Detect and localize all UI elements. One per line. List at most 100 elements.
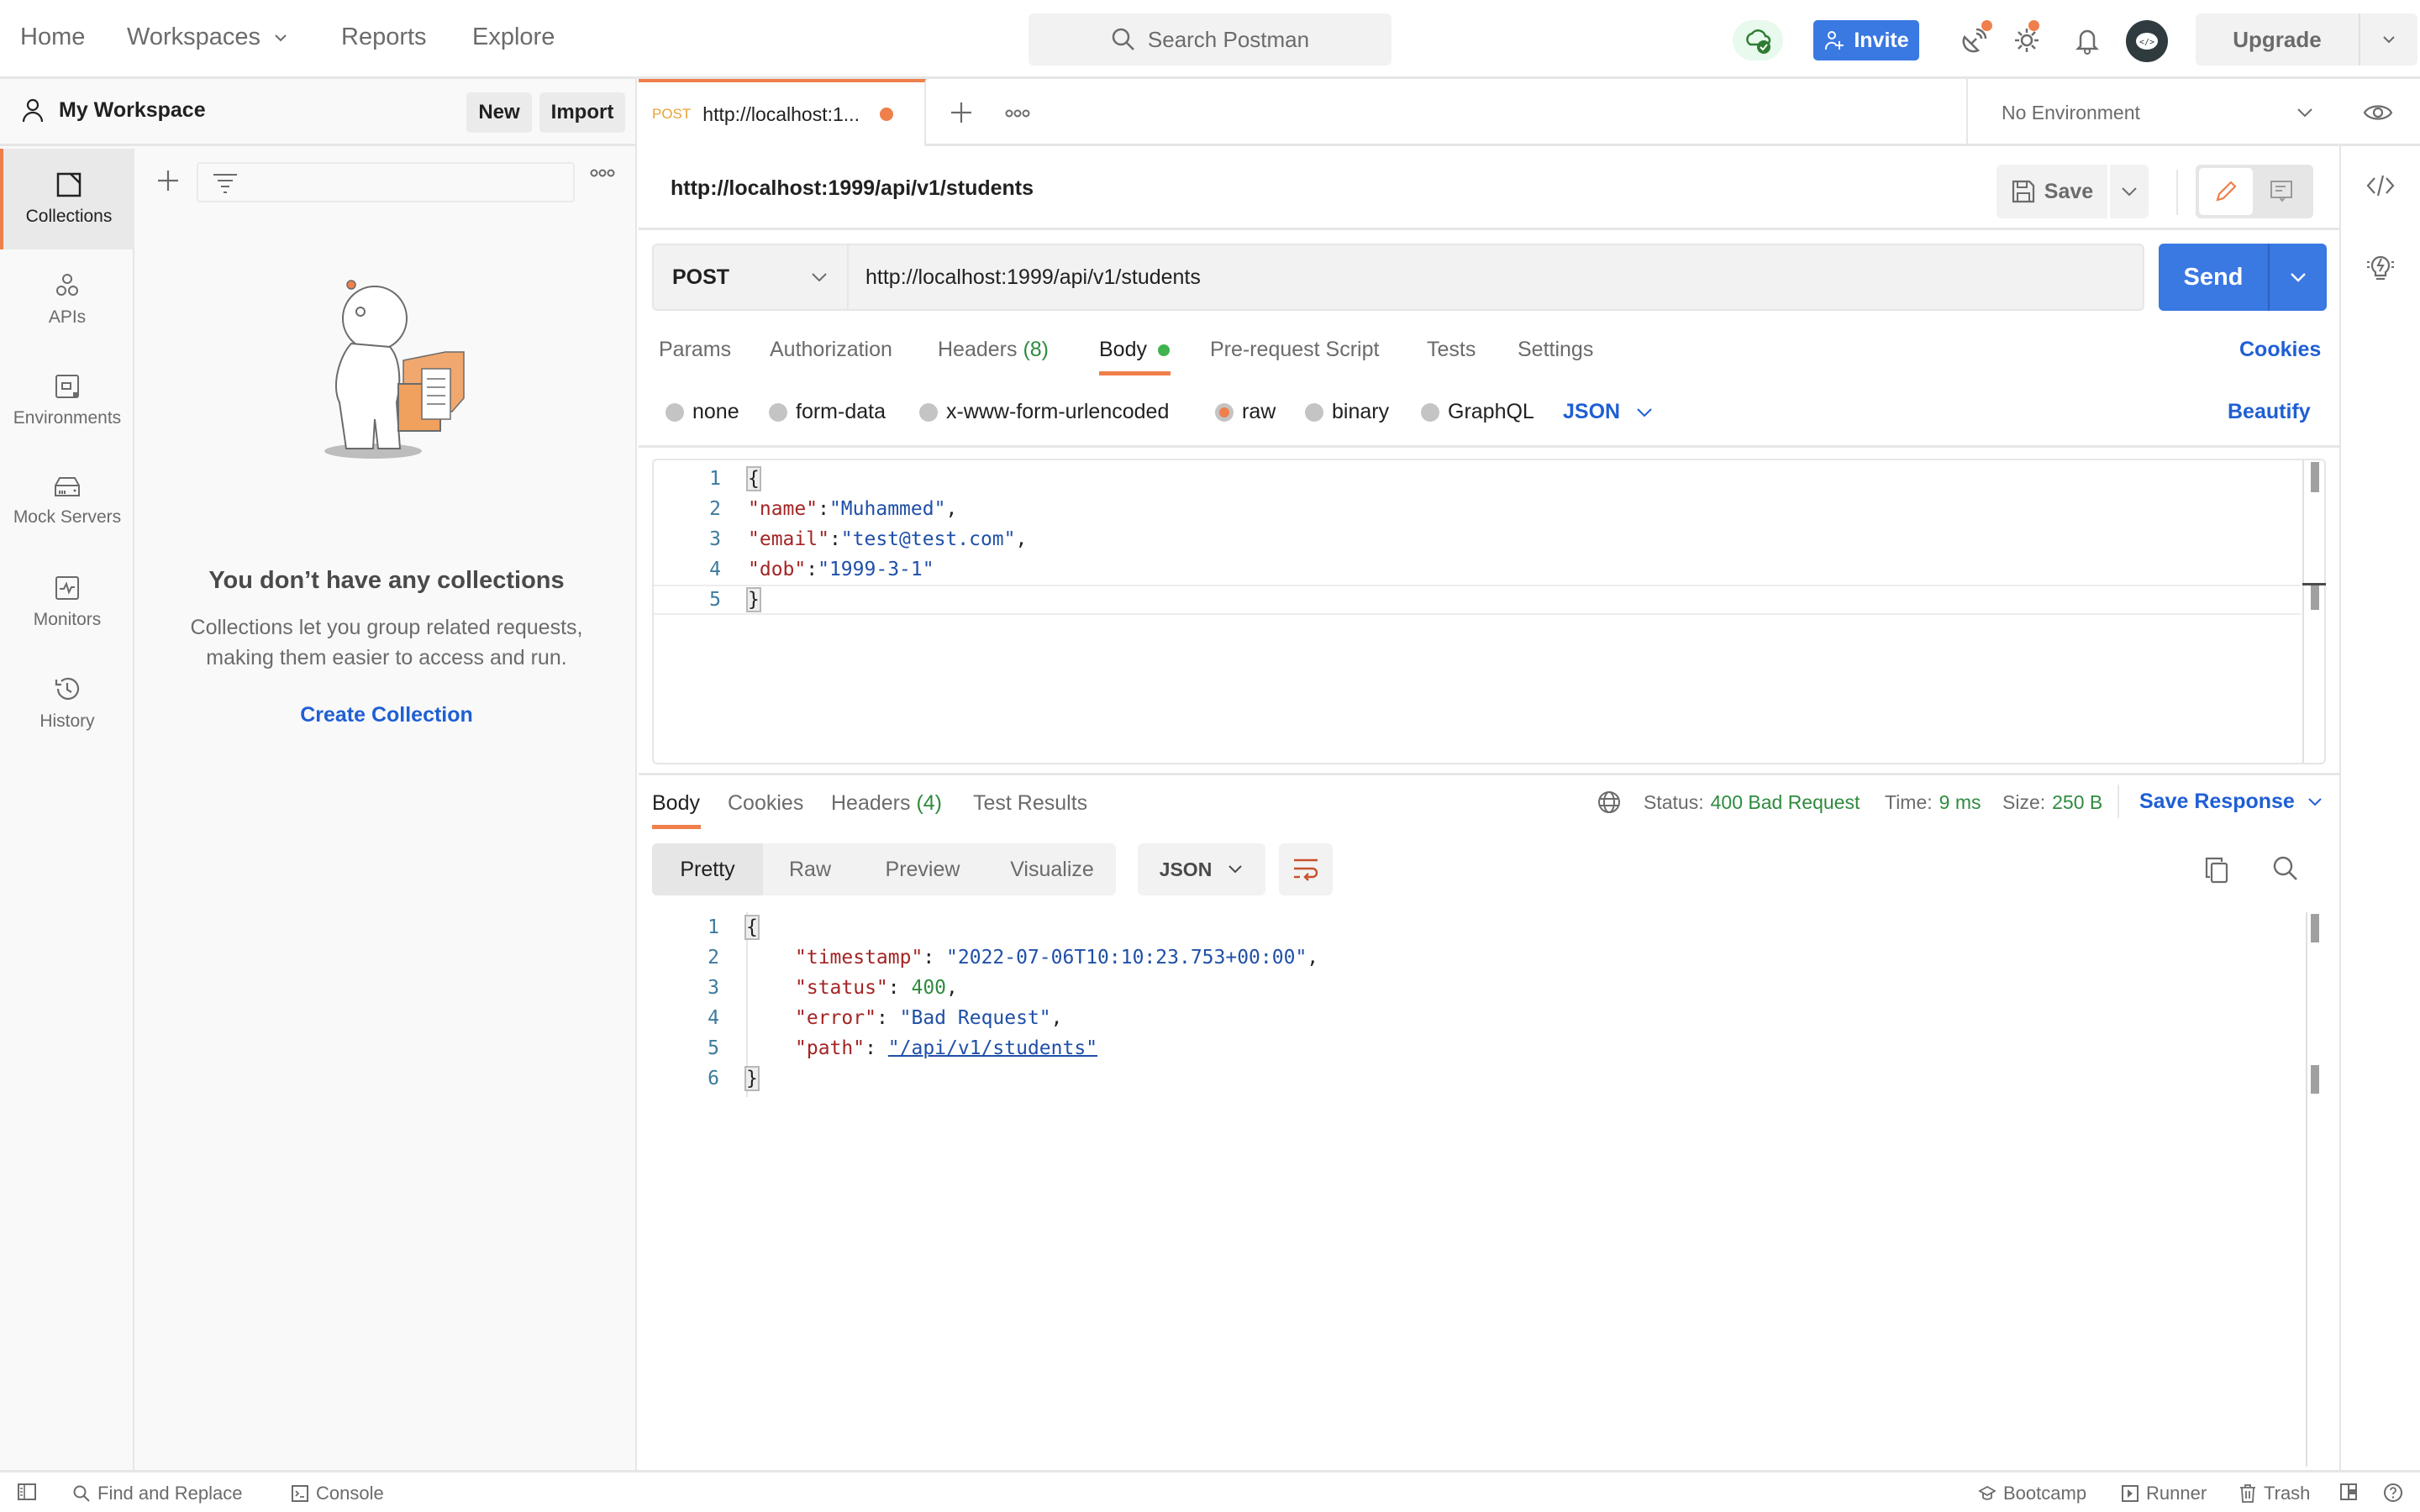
search-input[interactable]: Search Postman <box>1028 13 1392 66</box>
tab-options-button[interactable] <box>1005 108 1030 119</box>
save-button[interactable]: Save <box>1996 165 2107 218</box>
scrollbar-thumb[interactable] <box>2311 585 2319 610</box>
body-type-urlencoded-radio[interactable]: x-www-form-urlencoded <box>919 400 1169 424</box>
send-options-button[interactable] <box>2270 244 2327 311</box>
code-line: 5 "path": "/api/v1/students" <box>652 1033 2326 1063</box>
response-tab-body[interactable]: Body <box>652 791 700 816</box>
avatar[interactable]: </> <box>2126 20 2168 62</box>
add-collection-button[interactable] <box>155 167 182 194</box>
bootcamp-button[interactable]: Bootcamp <box>1978 1483 2086 1504</box>
invite-button[interactable]: Invite <box>1813 20 1919 60</box>
request-name[interactable]: http://localhost:1999/api/v1/students <box>671 176 1034 201</box>
cookies-link[interactable]: Cookies <box>2239 338 2321 362</box>
view-preview-button[interactable]: Preview <box>857 843 988 895</box>
save-options-button[interactable] <box>2110 165 2149 218</box>
toggle-sidebar-button[interactable] <box>17 1483 37 1501</box>
environment-select[interactable]: No Environment <box>1966 79 2336 146</box>
json-value-link[interactable]: "/api/v1/students" <box>888 1037 1097 1059</box>
collections-filter-input[interactable] <box>197 162 575 202</box>
settings-button[interactable] <box>2007 20 2047 60</box>
tab-params[interactable]: Params <box>659 338 731 362</box>
view-visualize-button[interactable]: Visualize <box>988 843 1116 895</box>
sidebar-item-collections[interactable]: Collections <box>0 149 134 249</box>
body-type-none-radio[interactable]: none <box>666 400 739 424</box>
response-tab-test-results[interactable]: Test Results <box>973 791 1087 816</box>
edit-mode-button[interactable] <box>2199 168 2253 215</box>
response-tab-headers[interactable]: Headers (4) <box>831 791 942 816</box>
nav-reports[interactable]: Reports <box>341 24 427 51</box>
two-pane-view-button[interactable] <box>2339 1483 2358 1501</box>
scrollbar-thumb[interactable] <box>2311 462 2319 492</box>
response-format-select[interactable]: JSON <box>1138 843 1265 895</box>
body-type-graphql-radio[interactable]: GraphQL <box>1421 400 1534 424</box>
body-type-form-data-radio[interactable]: form-data <box>769 400 886 424</box>
sidebar-item-monitors[interactable]: Monitors <box>0 552 134 653</box>
runner-button[interactable]: Runner <box>2121 1483 2207 1504</box>
network-info-button[interactable] <box>1597 790 1622 815</box>
scroll-marker <box>2302 583 2326 585</box>
response-size[interactable]: Size: 250 B <box>2002 791 2102 814</box>
body-type-raw-radio[interactable]: raw <box>1215 400 1276 424</box>
url-input[interactable]: http://localhost:1999/api/v1/students <box>847 244 2144 311</box>
nav-explore[interactable]: Explore <box>472 24 555 51</box>
copy-response-button[interactable] <box>2203 855 2230 884</box>
wrap-lines-button[interactable] <box>1279 843 1333 895</box>
sync-status-button[interactable] <box>1733 20 1783 60</box>
body-type-binary-radio[interactable]: binary <box>1305 400 1389 424</box>
nav-home[interactable]: Home <box>20 24 85 51</box>
sidebar-item-apis[interactable]: APIs <box>0 249 134 350</box>
new-tab-button[interactable] <box>948 99 975 126</box>
search-response-button[interactable] <box>2272 855 2299 882</box>
environment-quick-look-button[interactable] <box>2363 101 2393 124</box>
insights-button[interactable] <box>2366 252 2395 282</box>
request-tab[interactable]: POST http://localhost:1... <box>639 79 926 146</box>
tab-headers[interactable]: Headers (8) <box>938 338 1049 362</box>
tab-authorization[interactable]: Authorization <box>770 338 892 362</box>
upgrade-dropdown-button[interactable] <box>2360 13 2417 66</box>
sidebar-item-mock-servers[interactable]: Mock Servers <box>0 451 134 552</box>
sidebar-item-environments[interactable]: Environments <box>0 350 134 451</box>
divider <box>639 445 2339 448</box>
nav-workspaces[interactable]: Workspaces <box>127 24 289 51</box>
tab-body[interactable]: Body <box>1099 338 1170 362</box>
response-time[interactable]: Time: 9 ms <box>1885 791 1981 814</box>
notifications-button[interactable] <box>2067 20 2107 60</box>
request-body-editor[interactable]: 1 { 2 "name":"Muhammed", 3 "email":"test… <box>652 459 2326 764</box>
sidebar-item-history[interactable]: History <box>0 653 134 753</box>
view-pretty-button[interactable]: Pretty <box>652 843 763 895</box>
runner-satellite-button[interactable] <box>1954 20 1995 60</box>
upgrade-button[interactable]: Upgrade <box>2196 13 2417 66</box>
view-raw-button[interactable]: Raw <box>763 843 857 895</box>
tab-label: Authorization <box>770 338 892 361</box>
scrollbar-thumb[interactable] <box>2311 1065 2319 1094</box>
new-button[interactable]: New <box>466 92 532 133</box>
status-label: Status: <box>1644 791 1704 813</box>
scrollbar-thumb[interactable] <box>2311 914 2319 942</box>
send-button[interactable]: Send <box>2159 244 2270 311</box>
response-tab-cookies[interactable]: Cookies <box>728 791 803 816</box>
find-and-replace-button[interactable]: Find and Replace <box>72 1483 242 1504</box>
upgrade-label[interactable]: Upgrade <box>2196 13 2360 66</box>
response-status[interactable]: Status: 400 Bad Request <box>1644 791 1860 814</box>
json-separator: : <box>806 559 818 580</box>
response-divider[interactable] <box>639 773 2339 775</box>
tab-settings[interactable]: Settings <box>1518 338 1593 362</box>
create-collection-link[interactable]: Create Collection <box>136 703 637 727</box>
collections-more-button[interactable] <box>590 167 615 179</box>
body-format-select[interactable]: JSON <box>1563 400 1654 424</box>
chevron-down-icon <box>810 269 829 286</box>
beautify-button[interactable]: Beautify <box>2228 400 2311 424</box>
code-snippet-button[interactable] <box>2366 173 2395 198</box>
line-number: 4 <box>708 1007 719 1029</box>
tab-tests[interactable]: Tests <box>1427 338 1476 362</box>
method-select[interactable]: POST <box>652 244 847 311</box>
workspace-title[interactable]: My Workspace <box>20 97 206 123</box>
trash-button[interactable]: Trash <box>2238 1483 2310 1504</box>
save-response-button[interactable]: Save Response <box>2139 790 2323 814</box>
response-body-viewer[interactable]: 1 { 2 "timestamp": "2022-07-06T10:10:23.… <box>652 912 2326 1467</box>
help-button[interactable] <box>2383 1483 2403 1503</box>
tab-pre-request-script[interactable]: Pre-request Script <box>1210 338 1379 362</box>
console-button[interactable]: Console <box>291 1483 384 1504</box>
comments-mode-button[interactable] <box>2253 168 2310 215</box>
import-button[interactable]: Import <box>539 92 625 133</box>
